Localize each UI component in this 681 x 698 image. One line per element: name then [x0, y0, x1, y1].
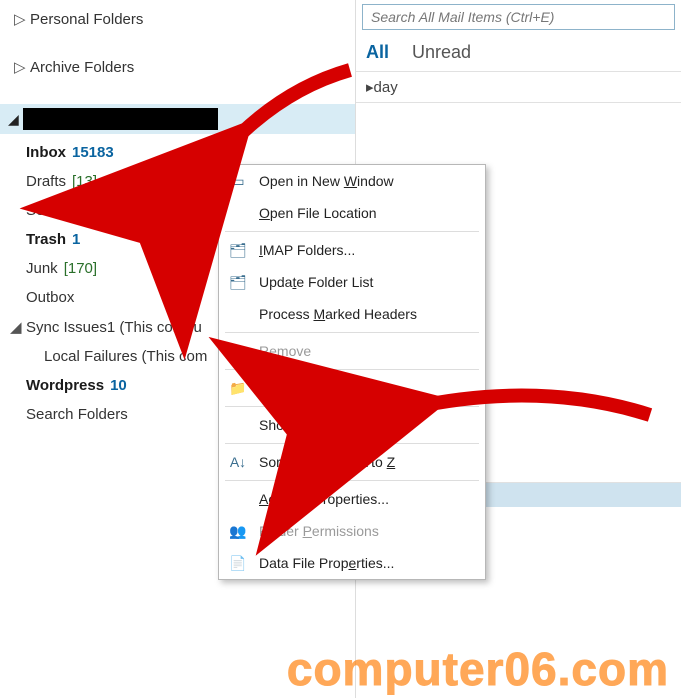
menu-separator	[225, 443, 479, 444]
permissions-icon: 👥	[227, 520, 249, 542]
menu-show-in-favorites[interactable]: Show in Favorites	[219, 409, 485, 441]
menu-data-file-properties[interactable]: 📄 Data File Properties...	[219, 547, 485, 579]
blank-icon	[227, 202, 249, 224]
watermark: computer06.com	[0, 642, 681, 696]
menu-separator	[225, 332, 479, 333]
context-menu: ▭ Open in New Window Open File Location …	[218, 164, 486, 580]
folders-icon: 🗂	[227, 239, 249, 261]
menu-folder-permissions: 👥 Folder Permissions	[219, 515, 485, 547]
blank-icon	[227, 488, 249, 510]
refresh-folders-icon: 🗂	[227, 271, 249, 293]
menu-open-new-window[interactable]: ▭ Open in New Window	[219, 165, 485, 197]
chevron-right-icon: ▷	[14, 58, 24, 76]
menu-account-properties[interactable]: Account Properties...	[219, 483, 485, 515]
nav-archive-folders[interactable]: ▷ Archive Folders	[0, 52, 355, 82]
folder-inbox[interactable]: Inbox 15183	[22, 138, 355, 167]
remove-icon: ✖	[227, 340, 249, 362]
menu-process-marked-headers[interactable]: Process Marked Headers	[219, 298, 485, 330]
sort-az-icon: A↓	[227, 451, 249, 473]
search-placeholder: Search All Mail Items (Ctrl+E)	[371, 9, 554, 25]
menu-new-folder[interactable]: 📁 New Folder...	[219, 372, 485, 404]
menu-separator	[225, 480, 479, 481]
blank-icon	[227, 414, 249, 436]
menu-open-file-location[interactable]: Open File Location	[219, 197, 485, 229]
properties-icon: 📄	[227, 552, 249, 574]
chevron-right-icon: ▷	[14, 10, 24, 28]
menu-remove: ✖ Remove	[219, 335, 485, 367]
menu-imap-folders[interactable]: 🗂 IMAP Folders...	[219, 234, 485, 266]
nav-label: Archive Folders	[30, 59, 134, 76]
account-name-redacted	[23, 108, 218, 130]
new-folder-icon: 📁	[227, 377, 249, 399]
nav-label: Personal Folders	[30, 11, 143, 28]
account-row-selected[interactable]: ◢	[0, 104, 355, 134]
chevron-down-icon: ◢	[10, 318, 20, 336]
filter-all[interactable]: All	[366, 42, 389, 62]
blank-icon	[227, 303, 249, 325]
filter-unread[interactable]: Unread	[412, 42, 471, 62]
search-input[interactable]: Search All Mail Items (Ctrl+E)	[362, 4, 675, 30]
nav-personal-folders[interactable]: ▷ Personal Folders	[0, 4, 355, 34]
menu-separator	[225, 406, 479, 407]
window-icon: ▭	[227, 170, 249, 192]
menu-separator	[225, 231, 479, 232]
group-header-today[interactable]: ▸day	[356, 72, 681, 103]
menu-sort-subfolders[interactable]: A↓ Sort Subfolders A to Z	[219, 446, 485, 478]
chevron-down-icon: ◢	[8, 111, 19, 128]
menu-update-folder-list[interactable]: 🗂 Update Folder List	[219, 266, 485, 298]
filter-row: All Unread	[356, 36, 681, 72]
menu-separator	[225, 369, 479, 370]
